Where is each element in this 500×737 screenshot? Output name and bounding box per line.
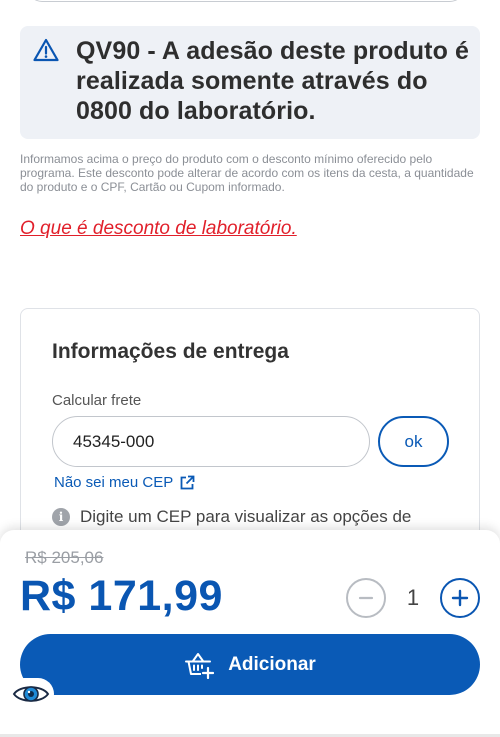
current-price: R$ 171,99 — [20, 572, 223, 620]
plus-icon — [451, 589, 469, 607]
external-link-icon — [180, 475, 195, 489]
freight-label: Calcular frete — [52, 392, 142, 409]
cep-info-text: Digite um CEP para visualizar as opções … — [80, 507, 412, 526]
accessibility-eye-button[interactable] — [8, 678, 54, 710]
lab-discount-link[interactable]: O que é desconto de laboratório. — [20, 218, 297, 240]
previous-field-edge — [28, 0, 464, 2]
alert-message: QV90 - A adesão deste produto é realizad… — [76, 37, 470, 125]
increase-quantity-button[interactable] — [440, 578, 480, 618]
add-to-cart-label: Adicionar — [228, 653, 316, 675]
decrease-quantity-button[interactable] — [346, 578, 386, 618]
cep-info-row: i Digite um CEP para visualizar as opçõe… — [52, 507, 411, 527]
adhesion-alert: QV90 - A adesão deste produto é realizad… — [20, 26, 480, 139]
info-icon: i — [52, 508, 70, 526]
add-to-cart-button[interactable]: Adicionar — [20, 634, 480, 695]
unknown-cep-label: Não sei meu CEP — [54, 474, 174, 491]
purchase-bar: R$ 205,06 R$ 171,99 1 Adicionar — [0, 530, 500, 737]
old-price: R$ 205,06 — [25, 548, 104, 567]
minus-icon — [358, 596, 374, 600]
delivery-title: Informações de entrega — [52, 340, 289, 363]
warning-triangle-icon — [33, 38, 59, 62]
delivery-info-card: Informações de entrega Calcular frete ok… — [20, 308, 480, 568]
price-disclaimer: Informamos acima o preço do produto com … — [20, 152, 474, 194]
cep-input[interactable] — [52, 416, 370, 467]
unknown-cep-link[interactable]: Não sei meu CEP — [54, 474, 195, 491]
basket-add-icon — [185, 652, 215, 679]
ok-button[interactable]: ok — [378, 416, 449, 467]
quantity-value: 1 — [406, 585, 420, 610]
eye-icon — [12, 686, 50, 702]
